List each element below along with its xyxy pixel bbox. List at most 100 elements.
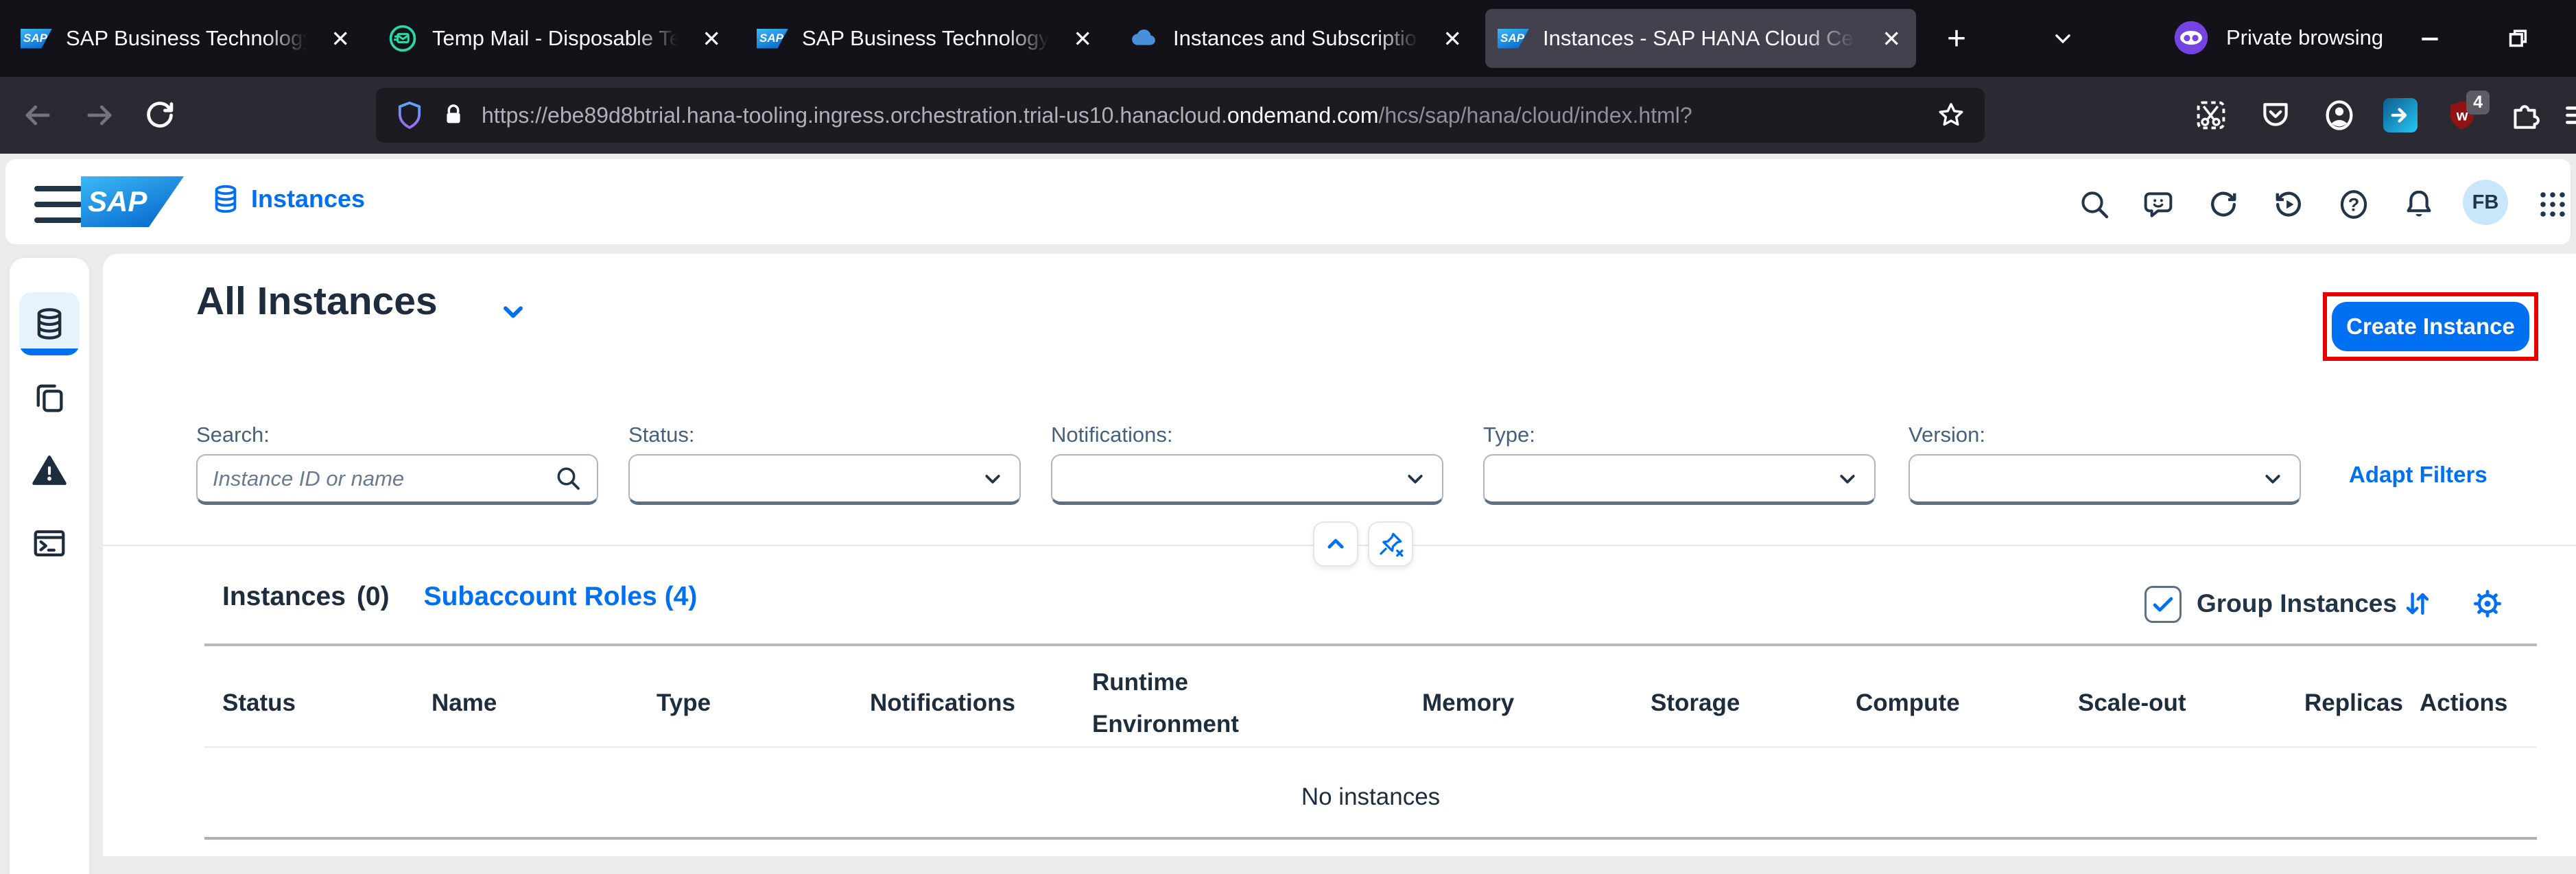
column-header-runtime-environment[interactable]: Runtime Environment — [1092, 661, 1422, 746]
close-tab-icon[interactable]: ✕ — [328, 27, 353, 50]
private-browsing-label: Private browsing — [2226, 25, 2383, 50]
extension-adblock-icon[interactable]: w 4 — [2439, 92, 2485, 139]
minimize-window-button[interactable] — [2408, 15, 2452, 62]
group-instances-checkbox[interactable] — [2144, 586, 2182, 623]
close-tab-icon[interactable]: ✕ — [1879, 27, 1904, 50]
sap-favicon: SAP — [21, 29, 52, 49]
app-title-button[interactable]: Instances — [206, 182, 369, 215]
empty-table-message: No instances — [204, 783, 2537, 811]
screenshot-tool-icon[interactable] — [2188, 92, 2234, 139]
list-tabs-button[interactable] — [2041, 15, 2085, 62]
avatar[interactable]: FB — [2463, 180, 2508, 225]
column-header-scale-out[interactable]: Scale-out — [2078, 689, 2304, 717]
sidebar-item-alerts-warning-icon[interactable] — [19, 439, 80, 502]
browser-tab-3[interactable]: SAP SAP Business Technology Platfor ✕ — [744, 9, 1107, 68]
column-header-status[interactable]: Status — [222, 689, 432, 717]
column-header-replicas[interactable]: Replicas — [2304, 689, 2420, 717]
database-icon — [210, 183, 241, 215]
type-filter-label: Type: — [1483, 423, 1535, 447]
column-header-name[interactable]: Name — [432, 689, 657, 717]
back-button[interactable] — [15, 92, 60, 139]
sidebar-item-instances[interactable] — [19, 292, 80, 355]
extensions-puzzle-icon[interactable] — [2503, 92, 2548, 139]
app-title: Instances — [251, 185, 365, 213]
browser-tab-bar: SAP SAP Business Technology Platfor ✕ Te… — [0, 0, 2576, 77]
tracking-protection-shield-icon[interactable] — [394, 99, 425, 131]
chevron-down-icon — [1834, 466, 1860, 492]
pocket-icon[interactable] — [2253, 92, 2298, 139]
screen: SAP SAP Business Technology Platfor ✕ Te… — [0, 0, 2576, 874]
app-menu-hamburger-icon[interactable] — [2556, 92, 2576, 139]
forward-button[interactable] — [77, 92, 122, 139]
browser-tab-1[interactable]: SAP SAP Business Technology Platfor ✕ — [8, 9, 365, 68]
database-icon — [32, 306, 67, 342]
page-title-chevron-down-icon[interactable] — [494, 292, 532, 331]
sap-logo: SAP — [81, 176, 184, 227]
tab-title: Instances - SAP HANA Cloud Ce — [1543, 26, 1865, 51]
tempmail-favicon — [387, 23, 418, 54]
table-settings-gear-icon[interactable] — [2467, 583, 2508, 624]
sap-favicon: SAP — [757, 29, 788, 49]
history-icon[interactable] — [2266, 184, 2311, 225]
account-icon[interactable] — [2317, 92, 2362, 139]
table-header-divider — [204, 746, 2537, 748]
column-header-notifications[interactable]: Notifications — [870, 689, 1092, 717]
column-header-compute[interactable]: Compute — [1856, 689, 2078, 717]
adapt-filters-link[interactable]: Adapt Filters — [2345, 461, 2492, 488]
sidebar-item-sql-console-terminal-icon[interactable] — [19, 512, 80, 575]
browser-tab-active[interactable]: SAP Instances - SAP HANA Cloud Ce ✕ — [1485, 9, 1916, 68]
side-navigation-toggle-icon[interactable] — [34, 183, 82, 226]
create-instance-button[interactable]: Create Instance — [2332, 302, 2529, 351]
column-header-type[interactable]: Type — [657, 689, 870, 717]
restore-window-button[interactable] — [2496, 15, 2540, 62]
column-header-actions[interactable]: Actions — [2420, 689, 2536, 717]
type-filter-select[interactable] — [1483, 454, 1876, 505]
column-header-memory[interactable]: Memory — [1422, 689, 1651, 717]
bookmark-star-icon[interactable] — [1935, 99, 1967, 131]
chevron-down-icon — [980, 466, 1006, 492]
cloud-favicon — [1128, 23, 1159, 54]
annotation-box: Create Instance — [2323, 292, 2538, 361]
new-tab-button[interactable]: + — [1935, 15, 1978, 62]
product-switcher-grid-icon[interactable] — [2530, 184, 2575, 225]
tab-title: Temp Mail - Disposable Tempor — [432, 26, 685, 51]
private-mask-icon — [2171, 18, 2211, 58]
unpin-header-pin-icon[interactable] — [1368, 521, 1413, 567]
refresh-icon[interactable] — [2201, 184, 2246, 225]
tab-instances[interactable]: Instances — [222, 582, 346, 612]
tab-subaccount-roles[interactable]: Subaccount Roles (4) — [424, 582, 698, 612]
feedback-icon[interactable] — [2136, 184, 2181, 225]
browser-nav-bar: https://ebe89d8btrial.hana-tooling.ingre… — [0, 77, 2576, 154]
browser-tab-2[interactable]: Temp Mail - Disposable Tempor ✕ — [375, 9, 736, 68]
help-icon[interactable]: ? — [2331, 184, 2376, 225]
close-tab-icon[interactable]: ✕ — [699, 27, 724, 50]
sap-shell-header: SAP Instances ? — [5, 159, 2571, 244]
column-header-storage[interactable]: Storage — [1651, 689, 1856, 717]
close-tab-icon[interactable]: ✕ — [1070, 27, 1095, 50]
tab-title: SAP Business Technology Platfor — [802, 26, 1056, 51]
search-icon[interactable] — [554, 464, 583, 493]
status-filter-select[interactable] — [628, 454, 1021, 505]
instances-page: All Instances Create Instance Search: St… — [103, 254, 2576, 856]
url-bar[interactable]: https://ebe89d8btrial.hana-tooling.ingre… — [376, 88, 1985, 143]
collapse-header-chevron-up-icon[interactable] — [1313, 521, 1358, 567]
group-instances-label: Group Instances — [2197, 589, 2397, 618]
reload-button[interactable] — [137, 92, 182, 139]
extension-sidebery-icon[interactable] — [2378, 92, 2423, 139]
search-input[interactable] — [211, 466, 547, 492]
sidebar-item-copy-pages-icon[interactable] — [19, 366, 80, 429]
tab-title: SAP Business Technology Platfor — [66, 26, 314, 51]
notifications-filter-select[interactable] — [1051, 454, 1443, 505]
sap-favicon: SAP — [1498, 29, 1529, 49]
table-toolbar: Instances (0) Subaccount Roles (4) — [222, 582, 697, 612]
search-icon[interactable] — [2072, 184, 2117, 225]
lock-icon[interactable] — [439, 101, 468, 130]
sort-icon[interactable] — [2397, 583, 2438, 624]
notifications-bell-icon[interactable] — [2396, 184, 2442, 225]
page-title: All Instances — [196, 279, 438, 324]
version-filter-select[interactable] — [1909, 454, 2301, 505]
close-tab-icon[interactable]: ✕ — [1440, 27, 1465, 50]
app-area: SAP Instances ? — [0, 154, 2576, 874]
browser-tab-4[interactable]: Instances and Subscriptions - tri ✕ — [1115, 9, 1477, 68]
search-input-field[interactable] — [196, 454, 598, 505]
